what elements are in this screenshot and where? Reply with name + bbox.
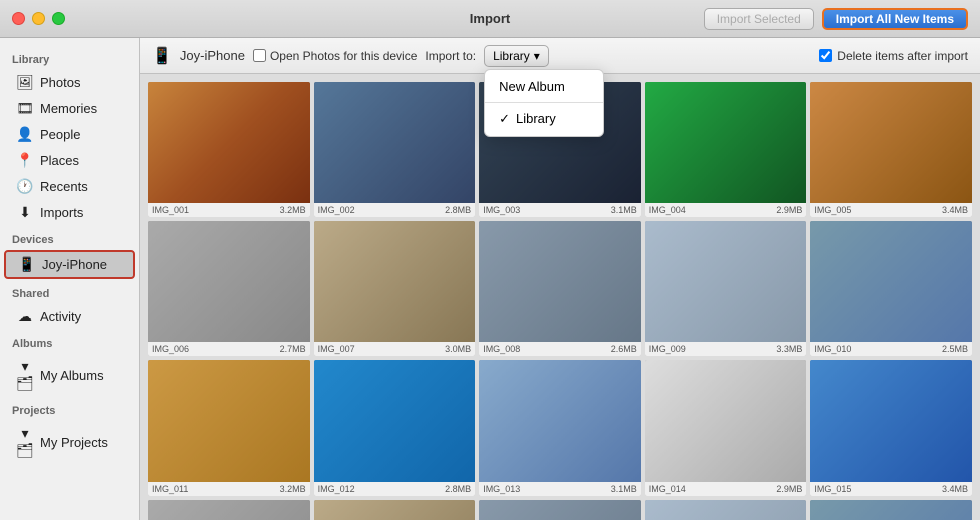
table-row[interactable]: IMG_0122.8MB <box>314 360 476 495</box>
import-dropdown-button[interactable]: Library ▾ <box>484 45 549 67</box>
dropdown-new-album[interactable]: New Album <box>485 74 603 99</box>
import-to-label: Import to: <box>425 49 476 63</box>
sidebar-item-photos[interactable]: 🖼 Photos <box>4 70 135 95</box>
sidebar: Library 🖼 Photos 🎞 Memories 👤 People 📍 P… <box>0 38 140 520</box>
table-row[interactable]: IMG_0022.8MB <box>314 82 476 217</box>
window-controls[interactable] <box>12 12 65 25</box>
sidebar-projects-section: Projects <box>0 397 139 420</box>
photos-icon: 🖼 <box>16 74 34 91</box>
table-row[interactable]: IMG_0142.9MB <box>645 360 807 495</box>
import-all-button[interactable]: Import All New Items <box>822 8 968 30</box>
dropdown-chevron-icon: ▾ <box>534 49 540 63</box>
delete-after-label[interactable]: Delete items after import <box>819 49 968 63</box>
import-to-dropdown[interactable]: Library ▾ New Album ✓ Library <box>484 45 549 67</box>
sidebar-albums-section: Albums <box>0 330 139 353</box>
sidebar-item-label: My Projects <box>40 435 108 450</box>
sidebar-item-people[interactable]: 👤 People <box>4 122 135 147</box>
photo-grid-container[interactable]: IMG_0013.2MB IMG_0022.8MB IMG_0033.1MB I… <box>140 74 980 520</box>
dropdown-library[interactable]: ✓ Library <box>485 106 603 132</box>
delete-after-text: Delete items after import <box>837 49 968 63</box>
table-row[interactable]: IMG_0062.7MB <box>148 221 310 356</box>
checkmark-icon: ✓ <box>499 111 510 127</box>
sidebar-item-activity[interactable]: ☁ Activity <box>4 304 135 329</box>
dropdown-library-label: Library <box>516 111 556 126</box>
maximize-button[interactable] <box>52 12 65 25</box>
dropdown-divider <box>485 102 603 103</box>
dropdown-selected: Library <box>493 49 530 63</box>
device-icon: 📱 <box>152 46 172 66</box>
main-layout: Library 🖼 Photos 🎞 Memories 👤 People 📍 P… <box>0 38 980 520</box>
table-row[interactable]: IMG_0042.9MB <box>645 82 807 217</box>
sidebar-shared-section: Shared <box>0 280 139 303</box>
table-row[interactable]: IMG_0082.6MB <box>479 221 641 356</box>
sidebar-item-label: Photos <box>40 75 80 90</box>
sidebar-item-places[interactable]: 📍 Places <box>4 148 135 173</box>
sidebar-library-section: Library <box>0 46 139 69</box>
table-row[interactable]: IMG_0102.5MB <box>810 221 972 356</box>
imports-icon: ⬇ <box>16 204 34 221</box>
photo-grid: IMG_0013.2MB IMG_0022.8MB IMG_0033.1MB I… <box>148 82 972 520</box>
sidebar-item-recents[interactable]: 🕐 Recents <box>4 174 135 199</box>
sidebar-item-memories[interactable]: 🎞 Memories <box>4 96 135 121</box>
sidebar-item-label: Imports <box>40 205 83 220</box>
device-name-label: Joy-iPhone <box>180 48 245 63</box>
activity-icon: ☁ <box>16 308 34 325</box>
recents-icon: 🕐 <box>16 178 34 195</box>
sidebar-item-label: Places <box>40 153 79 168</box>
table-row[interactable]: IMG_0162.7MB <box>148 500 310 520</box>
projects-icon: ▾🗂 <box>16 425 34 459</box>
sidebar-item-joy-iphone[interactable]: 📱 Joy-iPhone <box>4 250 135 279</box>
memories-icon: 🎞 <box>16 100 34 117</box>
sidebar-item-label: People <box>40 127 80 142</box>
titlebar: Import Import Selected Import All New It… <box>0 0 980 38</box>
import-dropdown-menu: New Album ✓ Library <box>484 69 604 137</box>
import-selected-button[interactable]: Import Selected <box>704 8 814 30</box>
open-photos-text: Open Photos for this device <box>270 49 417 63</box>
table-row[interactable]: IMG_0193.3MB <box>645 500 807 520</box>
titlebar-buttons: Import Selected Import All New Items <box>704 8 968 30</box>
sidebar-item-imports[interactable]: ⬇ Imports <box>4 200 135 225</box>
sidebar-item-label: Recents <box>40 179 88 194</box>
table-row[interactable]: IMG_0153.4MB <box>810 360 972 495</box>
sidebar-item-label: Activity <box>40 309 81 324</box>
table-row[interactable]: IMG_0113.2MB <box>148 360 310 495</box>
open-photos-label[interactable]: Open Photos for this device <box>253 49 417 63</box>
table-row[interactable]: IMG_0053.4MB <box>810 82 972 217</box>
import-toolbar: 📱 Joy-iPhone Open Photos for this device… <box>140 38 980 74</box>
table-row[interactable]: IMG_0133.1MB <box>479 360 641 495</box>
close-button[interactable] <box>12 12 25 25</box>
sidebar-item-label: Memories <box>40 101 97 116</box>
table-row[interactable]: IMG_0073.0MB <box>314 221 476 356</box>
sidebar-item-my-projects[interactable]: ▾🗂 My Projects <box>4 421 135 463</box>
iphone-icon: 📱 <box>18 256 36 273</box>
table-row[interactable]: IMG_0182.6MB <box>479 500 641 520</box>
sidebar-item-label: Joy-iPhone <box>42 257 107 272</box>
table-row[interactable]: IMG_0093.3MB <box>645 221 807 356</box>
minimize-button[interactable] <box>32 12 45 25</box>
table-row[interactable]: IMG_0013.2MB <box>148 82 310 217</box>
table-row[interactable]: IMG_0173.0MB <box>314 500 476 520</box>
albums-icon: ▾🗂 <box>16 358 34 392</box>
window-title: Import <box>470 11 510 26</box>
places-icon: 📍 <box>16 152 34 169</box>
open-photos-checkbox[interactable] <box>253 49 266 62</box>
sidebar-item-label: My Albums <box>40 368 104 383</box>
people-icon: 👤 <box>16 126 34 143</box>
table-row[interactable]: IMG_0202.5MB <box>810 500 972 520</box>
toolbar-right: Delete items after import <box>819 49 968 63</box>
toolbar-left: 📱 Joy-iPhone Open Photos for this device… <box>152 45 549 67</box>
delete-after-checkbox[interactable] <box>819 49 832 62</box>
sidebar-devices-section: Devices <box>0 226 139 249</box>
sidebar-item-my-albums[interactable]: ▾🗂 My Albums <box>4 354 135 396</box>
